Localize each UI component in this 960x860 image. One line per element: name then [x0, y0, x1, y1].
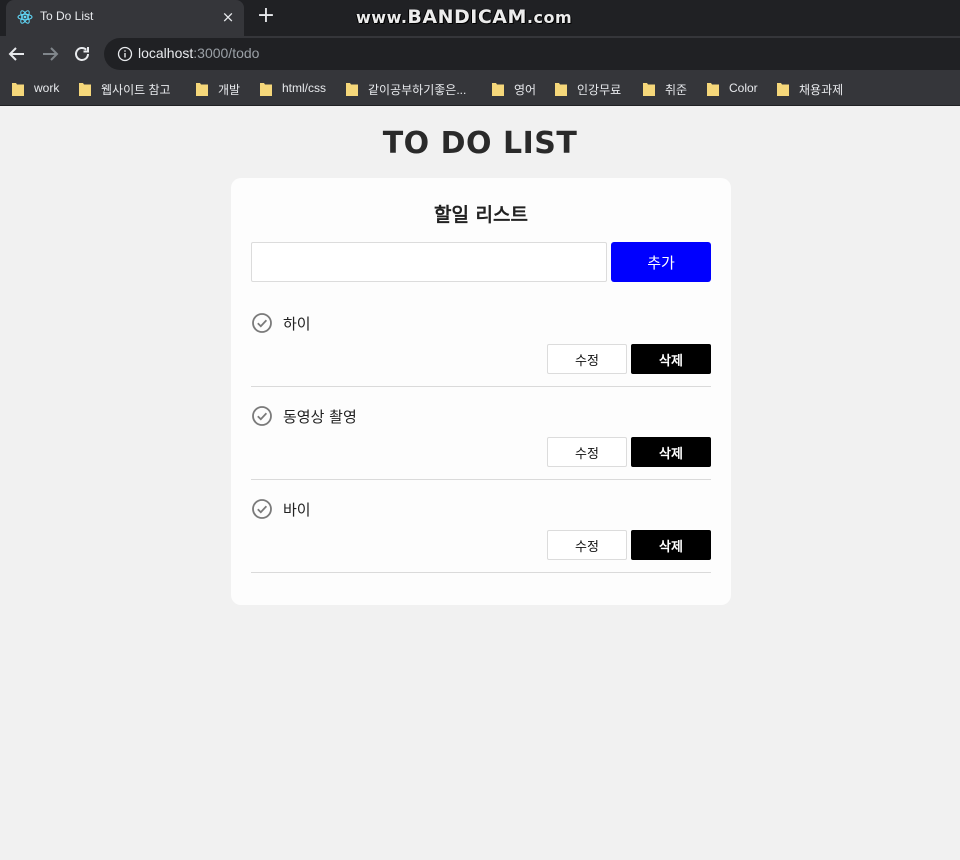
folder-icon [643, 83, 655, 96]
delete-button[interactable]: 삭제 [631, 344, 711, 374]
todo-card: 할일 리스트 추가 하이 수정 삭제 동영상 촬영 수정 삭제 바이 수정 삭제 [231, 178, 731, 605]
tab-title: To Do List [40, 9, 94, 23]
todo-text: 바이 [283, 501, 311, 519]
delete-button[interactable]: 삭제 [631, 530, 711, 560]
todo-item: 바이 수정 삭제 [251, 480, 711, 573]
url-host: localhost [138, 45, 194, 61]
folder-icon [79, 83, 91, 96]
bookmark-label: 영어 [514, 83, 537, 97]
bookmark-label: 같이공부하기좋은... [368, 83, 467, 97]
forward-arrow-icon[interactable] [38, 42, 62, 66]
reload-icon[interactable] [70, 42, 94, 66]
address-bar[interactable]: localhost:3000/todo [104, 38, 960, 70]
folder-icon [555, 83, 567, 96]
url-path: :3000/todo [193, 45, 260, 61]
edit-button[interactable]: 수정 [547, 437, 627, 467]
todo-text: 하이 [283, 315, 311, 333]
bookmark-label: 인강무료 [577, 83, 622, 97]
back-arrow-icon[interactable] [5, 42, 29, 66]
watermark-prefix: www. [356, 8, 408, 27]
add-button[interactable]: 추가 [611, 242, 711, 282]
watermark-brand: BANDICAM [407, 6, 527, 28]
folder-icon [260, 83, 272, 96]
todo-input[interactable] [251, 242, 607, 282]
folder-icon [196, 83, 208, 96]
bookmark-label: html/css [282, 81, 327, 95]
folder-icon [12, 83, 24, 96]
check-circle-icon[interactable] [251, 498, 273, 520]
bookmark-label: 채용과제 [799, 83, 844, 97]
check-circle-icon[interactable] [251, 405, 273, 427]
bookmark-label: 취준 [665, 83, 688, 97]
close-tab-icon[interactable]: × [219, 6, 237, 28]
folder-icon [707, 83, 719, 96]
bookmarks-bar: work 웹사이트 참고 개발 html/css 같이공부하기좋은... 영어 … [0, 72, 960, 106]
bookmark-label: 웹사이트 참고 [101, 83, 171, 97]
page-title: TO DO LIST [382, 126, 578, 161]
folder-icon [346, 83, 358, 96]
check-circle-icon[interactable] [251, 312, 273, 334]
card-title: 할일 리스트 [433, 204, 528, 226]
page-content: TO DO LIST 할일 리스트 추가 하이 수정 삭제 동영상 촬영 수정 … [0, 106, 960, 860]
bandicam-watermark: www.BANDICAM.com [356, 6, 572, 28]
watermark-suffix: .com [526, 8, 573, 27]
todo-item: 하이 수정 삭제 [251, 294, 711, 387]
new-tab-icon[interactable]: + [254, 4, 278, 28]
edit-button[interactable]: 수정 [547, 344, 627, 374]
bookmark-label: 개발 [218, 83, 241, 97]
browser-tab-bar: To Do List × + www.BANDICAM.com [0, 0, 960, 36]
bookmark-label: work [34, 81, 60, 95]
bookmark-label: Color [729, 81, 758, 95]
todo-item: 동영상 촬영 수정 삭제 [251, 387, 711, 480]
react-favicon-icon [17, 9, 33, 25]
folder-icon [492, 83, 504, 96]
browser-tab[interactable]: To Do List × [6, 0, 244, 36]
delete-button[interactable]: 삭제 [631, 437, 711, 467]
folder-icon [777, 83, 789, 96]
info-icon[interactable] [117, 46, 133, 62]
todo-text: 동영상 촬영 [283, 408, 357, 426]
url-text: localhost:3000/todo [138, 45, 259, 61]
edit-button[interactable]: 수정 [547, 530, 627, 560]
